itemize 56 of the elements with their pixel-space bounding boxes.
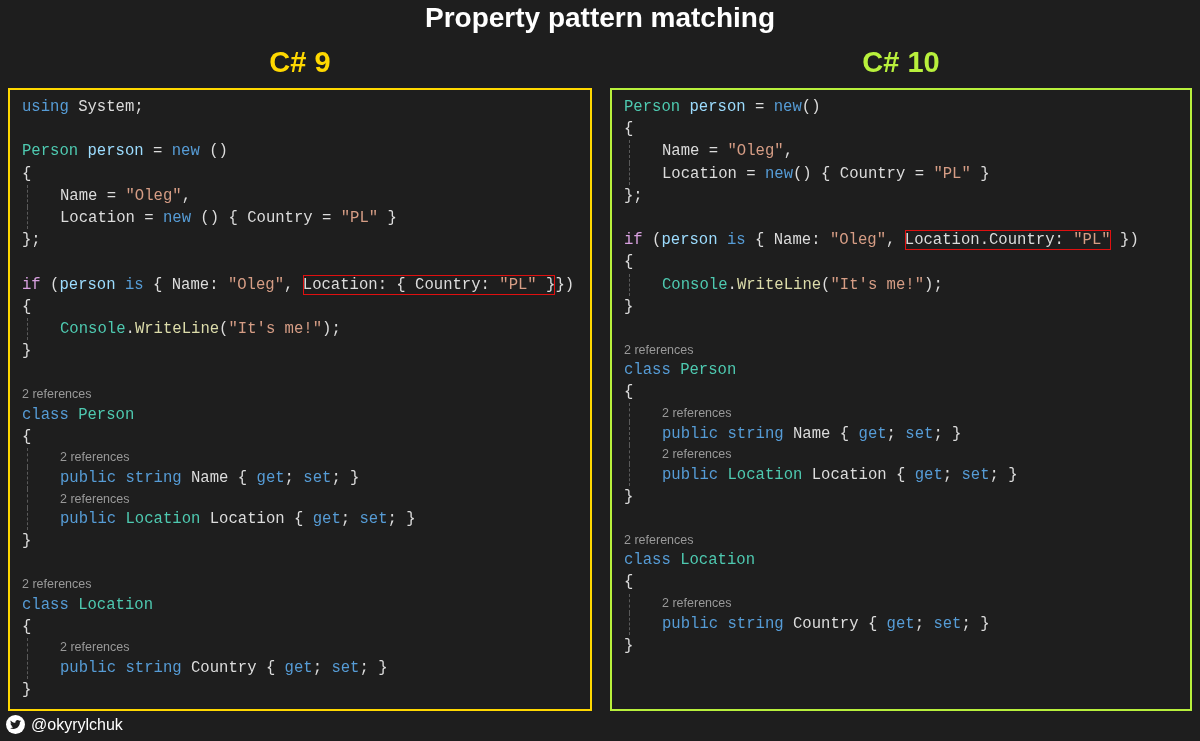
references-label[interactable]: 2 references bbox=[60, 491, 130, 506]
highlight-box: Location: { Country: "PL" } bbox=[302, 274, 556, 295]
code-text: } bbox=[22, 342, 32, 361]
code-text: public string Country { get; set; } bbox=[662, 614, 990, 633]
references-label[interactable]: 2 references bbox=[624, 342, 694, 357]
code-text: { bbox=[22, 164, 32, 183]
code-text: Name = "Oleg", bbox=[60, 186, 192, 205]
code-text: } bbox=[22, 532, 32, 551]
bird-icon bbox=[6, 715, 25, 734]
code-text: public string Name { get; set; } bbox=[662, 424, 962, 443]
references-label[interactable]: 2 references bbox=[662, 447, 732, 462]
code-text: Person person = new () bbox=[22, 142, 228, 161]
page-title: Property pattern matching bbox=[423, 1, 777, 35]
code-text: public string Name { get; set; } bbox=[60, 468, 360, 487]
code-text: public string Country { get; set; } bbox=[60, 659, 388, 678]
code-text: { bbox=[624, 383, 634, 402]
code-text: using System; bbox=[22, 98, 144, 117]
code-text: }; bbox=[624, 186, 643, 205]
panel-heading: C# 10 bbox=[861, 44, 941, 80]
references-label[interactable]: 2 references bbox=[662, 596, 732, 611]
code-text: { bbox=[22, 617, 32, 636]
code-text: Name = "Oleg", bbox=[662, 142, 794, 161]
code-text: { bbox=[22, 297, 32, 316]
code-text: { bbox=[624, 120, 634, 139]
references-label[interactable]: 2 references bbox=[22, 386, 92, 401]
code-text: class Location bbox=[624, 551, 756, 570]
highlight-box: Location.Country: "PL" bbox=[904, 230, 1111, 251]
references-label[interactable]: 2 references bbox=[60, 640, 130, 655]
code-text: class Location bbox=[22, 595, 154, 614]
code-text: }) bbox=[555, 275, 575, 294]
references-label[interactable]: 2 references bbox=[662, 405, 732, 420]
code-text: { bbox=[624, 253, 634, 272]
code-text: Location = new() { Country = "PL" } bbox=[662, 164, 990, 183]
code-text: Person person = new() bbox=[624, 98, 821, 117]
code-text: }; bbox=[22, 231, 41, 250]
code-text: } bbox=[624, 487, 634, 506]
references-label[interactable]: 2 references bbox=[22, 577, 92, 592]
author-handle: @okyrylchuk bbox=[31, 715, 123, 734]
code-text: Console.WriteLine("It's me!"); bbox=[662, 275, 943, 294]
code-text: public Location Location { get; set; } bbox=[662, 465, 1018, 484]
code-text: if (person is { Name: "Oleg", bbox=[22, 275, 295, 294]
code-text: } bbox=[624, 636, 634, 655]
references-label[interactable]: 2 references bbox=[624, 532, 694, 547]
code-text: } bbox=[22, 681, 32, 700]
code-text: { bbox=[624, 573, 634, 592]
code-text: public Location Location { get; set; } bbox=[60, 510, 416, 529]
code-text: if (person is { Name: "Oleg", bbox=[624, 231, 897, 250]
code-text: Console.WriteLine("It's me!"); bbox=[60, 319, 341, 338]
code-text: class Person bbox=[22, 405, 135, 424]
code-text: Location = new () { Country = "PL" } bbox=[60, 209, 397, 228]
code-text: } bbox=[624, 297, 634, 316]
references-label[interactable]: 2 references bbox=[60, 450, 130, 465]
panel-heading: C# 9 bbox=[268, 44, 332, 80]
code-text: class Person bbox=[624, 361, 737, 380]
code-text: }) bbox=[1119, 231, 1139, 250]
code-text: { bbox=[22, 427, 32, 446]
